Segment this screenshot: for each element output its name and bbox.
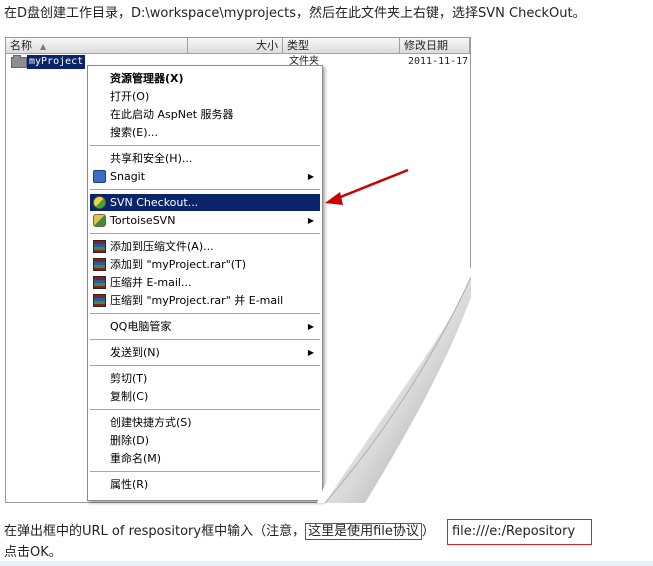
menu-separator [90, 189, 320, 191]
file-date: 2011-11-17 [408, 56, 469, 67]
menu-item-s[interactable]: 创建快捷方式(S) [90, 414, 320, 431]
winrar-icon [93, 294, 106, 307]
menu-separator [90, 409, 320, 411]
menu-item-qq[interactable]: QQ电脑管家 ▶ [90, 318, 320, 335]
menu-item-n[interactable]: 发送到(N) ▶ [90, 344, 320, 361]
menu-separator [90, 471, 320, 473]
column-header-name[interactable]: 名称 ▲ [6, 38, 188, 54]
tortoisesvn-icon [93, 214, 106, 227]
svn-checkout-icon [93, 196, 106, 209]
menu-item-label: 删除(D) [110, 434, 150, 447]
submenu-arrow-icon: ▶ [307, 348, 314, 357]
column-header-type[interactable]: 类型 [283, 38, 400, 54]
menu-separator [90, 313, 320, 315]
menu-item-tortoisesvn[interactable]: TortoiseSVN ▶ [90, 212, 320, 229]
menu-item-d[interactable]: 删除(D) [90, 432, 320, 449]
explorer-screenshot: 名称 ▲ 大小 类型 修改日期 myProject 文件夹 2011-11-17 … [5, 37, 471, 503]
menu-item-label: 剪切(T) [110, 372, 148, 385]
menu-item-label: 添加到压缩文件(A)... [110, 240, 214, 253]
file-protocol-note: 这里是使用file协议 [305, 523, 422, 540]
outro-click-ok: 点击OK。 [4, 545, 62, 560]
menu-item-label: QQ电脑管家 [110, 320, 172, 333]
column-header-size[interactable]: 大小 [188, 38, 283, 54]
menu-separator [90, 233, 320, 235]
menu-item-c[interactable]: 复制(C) [90, 388, 320, 405]
menu-item-label: 添加到 "myProject.rar"(T) [110, 258, 247, 271]
menu-item-label: 共享和安全(H)... [110, 152, 193, 165]
menu-item-label: 压缩并 E-mail... [110, 276, 192, 289]
file-name[interactable]: myProject [27, 55, 86, 69]
menu-item-label: 打开(O) [110, 90, 150, 103]
menu-item-myproject-rar-e-mail[interactable]: 压缩到 "myProject.rar" 并 E-mail [90, 292, 320, 309]
snagit-icon [93, 170, 106, 183]
bottom-strip [0, 561, 653, 566]
menu-item-label: TortoiseSVN [110, 214, 176, 227]
menu-item-label: 创建快捷方式(S) [110, 416, 192, 429]
winrar-icon [93, 276, 106, 289]
menu-item-x[interactable]: 资源管理器(X) [90, 70, 320, 87]
menu-item-label: 在此启动 AspNet 服务器 [110, 108, 234, 121]
menu-item-svn-checkout[interactable]: SVN Checkout... [90, 194, 320, 211]
menu-item-label: Snagit [110, 170, 146, 183]
menu-separator [90, 145, 320, 147]
menu-separator [90, 365, 320, 367]
winrar-icon [93, 240, 106, 253]
menu-item-e[interactable]: 搜索(E)... [90, 124, 320, 141]
menu-item-t[interactable]: 剪切(T) [90, 370, 320, 387]
menu-item-r[interactable]: 属性(R) [90, 476, 320, 493]
menu-item-label: 复制(C) [110, 390, 149, 403]
menu-item-aspnet[interactable]: 在此启动 AspNet 服务器 [90, 106, 320, 123]
winrar-icon [93, 258, 106, 271]
menu-item-label: SVN Checkout... [110, 196, 199, 209]
menu-item-label: 发送到(N) [110, 346, 160, 359]
column-header-date[interactable]: 修改日期 [400, 38, 470, 54]
folder-icon [11, 55, 27, 68]
menu-item-label: 搜索(E)... [110, 126, 159, 139]
menu-item-a[interactable]: 添加到压缩文件(A)... [90, 238, 320, 255]
menu-separator [90, 339, 320, 341]
submenu-arrow-icon: ▶ [307, 216, 314, 225]
intro-instruction: 在D盘创建工作目录，D:\workspace\myprojects，然后在此文件… [4, 6, 586, 21]
submenu-arrow-icon: ▶ [307, 322, 314, 331]
menu-item-h[interactable]: 共享和安全(H)... [90, 150, 320, 167]
menu-item-label: 资源管理器(X) [110, 72, 184, 85]
sort-ascending-icon: ▲ [40, 42, 47, 51]
menu-item-snagit[interactable]: Snagit ▶ [90, 168, 320, 185]
menu-item-label: 属性(R) [110, 478, 149, 491]
menu-item-label: 压缩到 "myProject.rar" 并 E-mail [110, 294, 284, 307]
submenu-arrow-icon: ▶ [307, 172, 314, 181]
menu-item-o[interactable]: 打开(O) [90, 88, 320, 105]
menu-item-e-mail[interactable]: 压缩并 E-mail... [90, 274, 320, 291]
outro-instruction: 在弹出框中的URL of respository框中输入（注意， 这里是使用fil… [4, 519, 593, 545]
repository-url-box: file:///e:/Repository [446, 519, 593, 545]
menu-item-label: 重命名(M) [110, 452, 162, 465]
context-menu: 资源管理器(X) 打开(O) 在此启动 AspNet 服务器 搜索(E)... 共享和安… [87, 65, 323, 501]
menu-item-m[interactable]: 重命名(M) [90, 450, 320, 467]
menu-item-myproject-rar-t[interactable]: 添加到 "myProject.rar"(T) [90, 256, 320, 273]
